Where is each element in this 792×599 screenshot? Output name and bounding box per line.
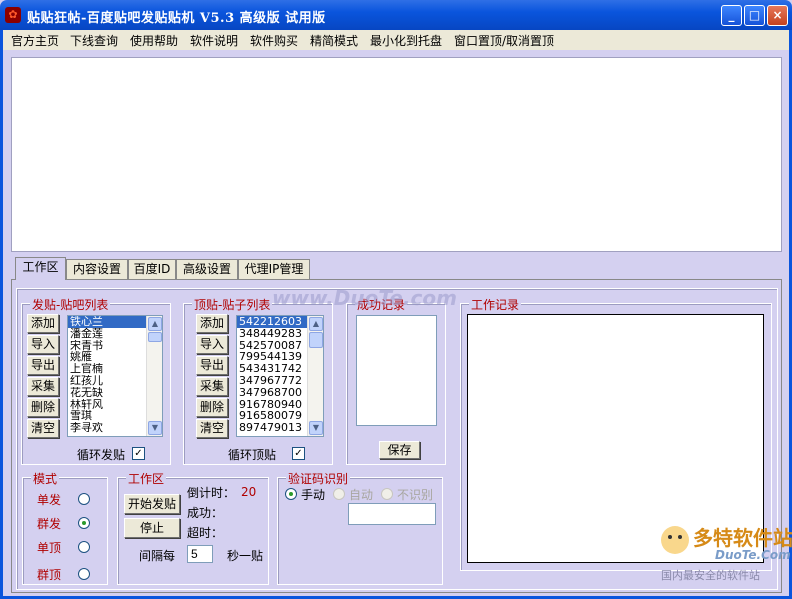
maximize-button[interactable]: □: [744, 5, 765, 26]
scroll-down-icon[interactable]: ▼: [148, 421, 162, 435]
post-add-button[interactable]: 添加: [196, 314, 228, 333]
browser-view[interactable]: [11, 57, 782, 252]
forum-add-button[interactable]: 添加: [27, 314, 59, 333]
post-export-button[interactable]: 导出: [196, 356, 228, 375]
app-icon[interactable]: ✿: [5, 7, 21, 23]
captcha-none-radio[interactable]: [381, 488, 393, 500]
mode-group: 模式: [22, 470, 108, 585]
scroll-down-icon[interactable]: ▼: [309, 421, 323, 435]
close-button[interactable]: ×: [767, 5, 788, 26]
scroll-up-icon[interactable]: ▲: [309, 317, 323, 331]
mode-single-post-label: 单发: [37, 493, 62, 507]
menu-compact-mode[interactable]: 精简模式: [310, 32, 358, 49]
forum-loop-checkbox[interactable]: ✓: [132, 447, 145, 460]
tab-content-settings[interactable]: 内容设置: [66, 259, 128, 279]
mode-single-post-radio[interactable]: [78, 493, 90, 505]
mode-group-post-radio[interactable]: [78, 517, 90, 529]
forum-delete-button[interactable]: 删除: [27, 398, 59, 417]
captcha-auto-label: 自动: [349, 488, 374, 502]
menu-topmost[interactable]: 窗口置顶/取消置顶: [454, 32, 554, 49]
success-log-text[interactable]: [356, 315, 437, 426]
stop-button[interactable]: 停止: [124, 518, 180, 538]
scroll-thumb[interactable]: [309, 332, 323, 348]
menu-home[interactable]: 官方主页: [11, 32, 59, 49]
captcha-none-label: 不识别: [397, 488, 434, 502]
tab-workarea[interactable]: 工作区: [15, 257, 66, 280]
title-bar: ✿ 贴贴狂帖-百度贴吧发贴贴机 V5.3 高级版 试用版 _ □ ×: [0, 0, 792, 30]
interval-input[interactable]: [187, 545, 213, 563]
forum-import-button[interactable]: 导入: [27, 335, 59, 354]
forum-clear-button[interactable]: 清空: [27, 419, 59, 438]
scroll-thumb[interactable]: [148, 332, 162, 342]
mode-group-bump-radio[interactable]: [78, 568, 90, 580]
forum-listbox[interactable]: 铁心兰 潘金莲 宋青书 姚雁 上官楠 红孩儿 花无缺 林轩风 雪琪 李寻欢 ▲ …: [67, 315, 163, 437]
menu-help[interactable]: 使用帮助: [130, 32, 178, 49]
post-clear-button[interactable]: 清空: [196, 419, 228, 438]
captcha-input[interactable]: [348, 503, 436, 525]
menu-bar: 官方主页 下线查询 使用帮助 软件说明 软件购买 精简模式 最小化到托盘 窗口置…: [3, 30, 789, 50]
timeout-label: 超时：: [187, 526, 224, 540]
window-title: 贴贴狂帖-百度贴吧发贴贴机 V5.3 高级版 试用版: [27, 11, 326, 26]
success-count-label: 成功：: [187, 506, 224, 520]
forum-loop-label: 循环发贴: [77, 448, 126, 462]
mode-group-bump-label: 群顶: [37, 568, 62, 582]
mode-title: 模式: [31, 470, 60, 487]
captcha-auto-radio[interactable]: [333, 488, 345, 500]
post-import-button[interactable]: 导入: [196, 335, 228, 354]
countdown-label: 倒计时：: [187, 486, 236, 500]
minimize-button[interactable]: _: [721, 5, 742, 26]
start-post-button[interactable]: 开始发贴: [124, 494, 180, 514]
tab-baidu-id[interactable]: 百度ID: [128, 259, 176, 279]
post-loop-label: 循环顶贴: [228, 448, 277, 462]
mode-single-bump-label: 单顶: [37, 541, 62, 555]
tab-proxy-ip[interactable]: 代理IP管理: [238, 259, 310, 279]
watermark-text: www.DuoTe.com: [272, 286, 457, 310]
post-collect-button[interactable]: 采集: [196, 377, 228, 396]
scroll-up-icon[interactable]: ▲: [148, 317, 162, 331]
forum-collect-button[interactable]: 采集: [27, 377, 59, 396]
duote-url: DuoTe.Com: [715, 548, 791, 562]
forum-export-button[interactable]: 导出: [27, 356, 59, 375]
tab-advanced-settings[interactable]: 高级设置: [176, 259, 238, 279]
mode-group-post-label: 群发: [37, 517, 62, 531]
interval-label: 间隔每: [139, 549, 176, 563]
menu-minimize-tray[interactable]: 最小化到托盘: [370, 32, 442, 49]
success-log-save-button[interactable]: 保存: [379, 441, 420, 459]
work-log-title: 工作记录: [469, 296, 522, 313]
menu-purchase[interactable]: 软件购买: [250, 32, 298, 49]
forum-list-scrollbar[interactable]: ▲ ▼: [146, 316, 162, 436]
post-listbox[interactable]: 542212603 348449283 542570087 799544139 …: [236, 315, 324, 437]
forum-list-title: 发贴-贴吧列表: [30, 296, 111, 313]
duote-slogan: 国内最安全的软件站: [661, 569, 760, 582]
interval-unit-label: 秒一贴: [227, 549, 264, 563]
mode-single-bump-radio[interactable]: [78, 541, 90, 553]
countdown-value: 20: [241, 485, 257, 499]
menu-offline-query[interactable]: 下线查询: [70, 32, 118, 49]
workarea-title: 工作区: [126, 470, 167, 487]
captcha-title: 验证码识别: [286, 470, 351, 487]
duote-brand: 多特软件站: [693, 526, 792, 550]
post-delete-button[interactable]: 删除: [196, 398, 228, 417]
post-list-title: 顶贴-贴子列表: [192, 296, 273, 313]
post-list-scrollbar[interactable]: ▲ ▼: [307, 316, 323, 436]
menu-about[interactable]: 软件说明: [190, 32, 238, 49]
captcha-manual-label: 手动: [301, 488, 326, 502]
post-loop-checkbox[interactable]: ✓: [292, 447, 305, 460]
duote-mascot-icon: [661, 526, 689, 554]
captcha-manual-radio[interactable]: [285, 488, 297, 500]
